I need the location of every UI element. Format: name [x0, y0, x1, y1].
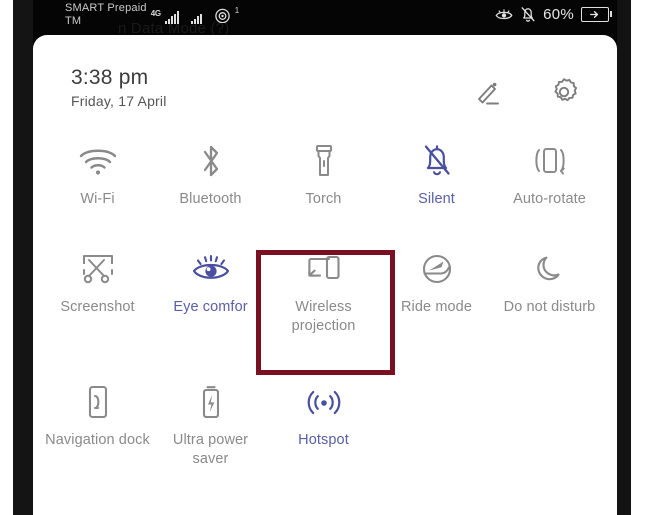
tile-ride-mode[interactable]: Ride mode — [380, 238, 493, 371]
hotspot-icon — [303, 379, 345, 425]
clock-block: 3:38 pm Friday, 17 April — [71, 65, 167, 112]
torch-icon — [310, 138, 338, 184]
tile-row-3: Navigation dock Ultra power saver Hotspo… — [41, 371, 609, 504]
network-type-label: 4G — [150, 9, 161, 18]
tile-do-not-disturb[interactable]: Do not disturb — [493, 238, 606, 371]
settings-button[interactable] — [547, 75, 581, 109]
carrier-label: SMART Prepaid TM — [65, 2, 147, 27]
bezel-right-edge — [617, 0, 631, 515]
tile-eye-comfort[interactable]: Eye comfor — [154, 238, 267, 371]
tile-label: Torch — [305, 191, 342, 207]
tile-torch[interactable]: Torch — [267, 130, 380, 238]
moon-icon — [533, 246, 567, 292]
phone-screenshot: n Data Mode (?) SMART Prepaid TM 4G 1 60… — [0, 0, 650, 515]
clock-time: 3:38 pm — [71, 66, 149, 89]
wireless-projection-icon — [303, 246, 345, 292]
screenshot-icon — [78, 246, 118, 292]
tile-navigation-dock[interactable]: Navigation dock — [41, 371, 154, 504]
tile-label: Auto-rotate — [513, 191, 586, 207]
signal-bars-sim2-icon — [190, 11, 202, 24]
tile-wifi[interactable]: Wi-Fi — [41, 130, 154, 238]
ultra-power-saver-icon — [198, 379, 224, 425]
tile-label: Ride mode — [400, 299, 473, 315]
quick-settings-panel: 3:38 pm Friday, 17 April Wi-Fi Bluetooth… — [33, 35, 617, 515]
signal-bars-icon — [164, 11, 179, 24]
wifi-ap-icon — [214, 8, 231, 23]
ride-mode-helmet-icon — [417, 246, 457, 292]
eye-comfort-icon — [189, 246, 233, 292]
battery-charging-icon — [581, 7, 612, 22]
clock-date: Friday, 17 April — [71, 93, 167, 109]
tile-label: Silent — [418, 191, 455, 207]
tile-empty-1 — [380, 371, 493, 504]
silent-bell-icon — [420, 138, 454, 184]
panel-header-actions — [471, 75, 581, 109]
status-bar: n Data Mode (?) SMART Prepaid TM 4G 1 60… — [13, 0, 631, 37]
auto-rotate-icon — [529, 138, 571, 184]
tile-auto-rotate[interactable]: Auto-rotate — [493, 130, 606, 238]
bluetooth-icon — [197, 138, 225, 184]
edit-button[interactable] — [471, 75, 505, 109]
sim-indicator-label: 1 — [234, 6, 240, 15]
bezel-left-edge — [13, 0, 33, 515]
tile-screenshot[interactable]: Screenshot — [41, 238, 154, 371]
tile-wireless-projection[interactable]: Wireless projection — [267, 238, 380, 371]
tile-bluetooth[interactable]: Bluetooth — [154, 130, 267, 238]
silent-bell-icon — [520, 6, 536, 23]
tile-label: Bluetooth — [179, 191, 242, 207]
tile-label: Hotspot — [298, 432, 349, 448]
tile-hotspot[interactable]: Hotspot — [267, 371, 380, 504]
tile-ultra-power-saver[interactable]: Ultra power saver — [154, 371, 267, 504]
tile-row-2: Screenshot Eye comfor Wireless projectio… — [41, 238, 609, 371]
tile-label: Wireless projection — [291, 299, 356, 334]
tile-silent[interactable]: Silent — [380, 130, 493, 238]
wifi-icon — [77, 138, 119, 184]
tile-label: Ultra power saver — [172, 432, 249, 467]
battery-percent-label: 60% — [543, 6, 574, 23]
eye-comfort-icon — [495, 8, 513, 22]
navigation-dock-icon — [83, 379, 113, 425]
status-bar-left: SMART Prepaid TM 4G 1 — [65, 2, 239, 28]
tile-label: Screenshot — [60, 299, 135, 315]
tile-label: Navigation dock — [45, 432, 150, 448]
tile-row-1: Wi-Fi Bluetooth Torch Silent Auto-rotate — [41, 130, 609, 238]
tile-empty-2 — [493, 371, 606, 504]
tile-label: Do not disturb — [503, 299, 596, 315]
panel-header: 3:38 pm Friday, 17 April — [33, 35, 617, 130]
tile-label: Wi-Fi — [80, 191, 115, 207]
status-bar-right: 60% — [495, 6, 612, 23]
tile-label: Eye comfor — [173, 299, 248, 315]
quick-settings-grid: Wi-Fi Bluetooth Torch Silent Auto-rotate… — [33, 130, 617, 504]
